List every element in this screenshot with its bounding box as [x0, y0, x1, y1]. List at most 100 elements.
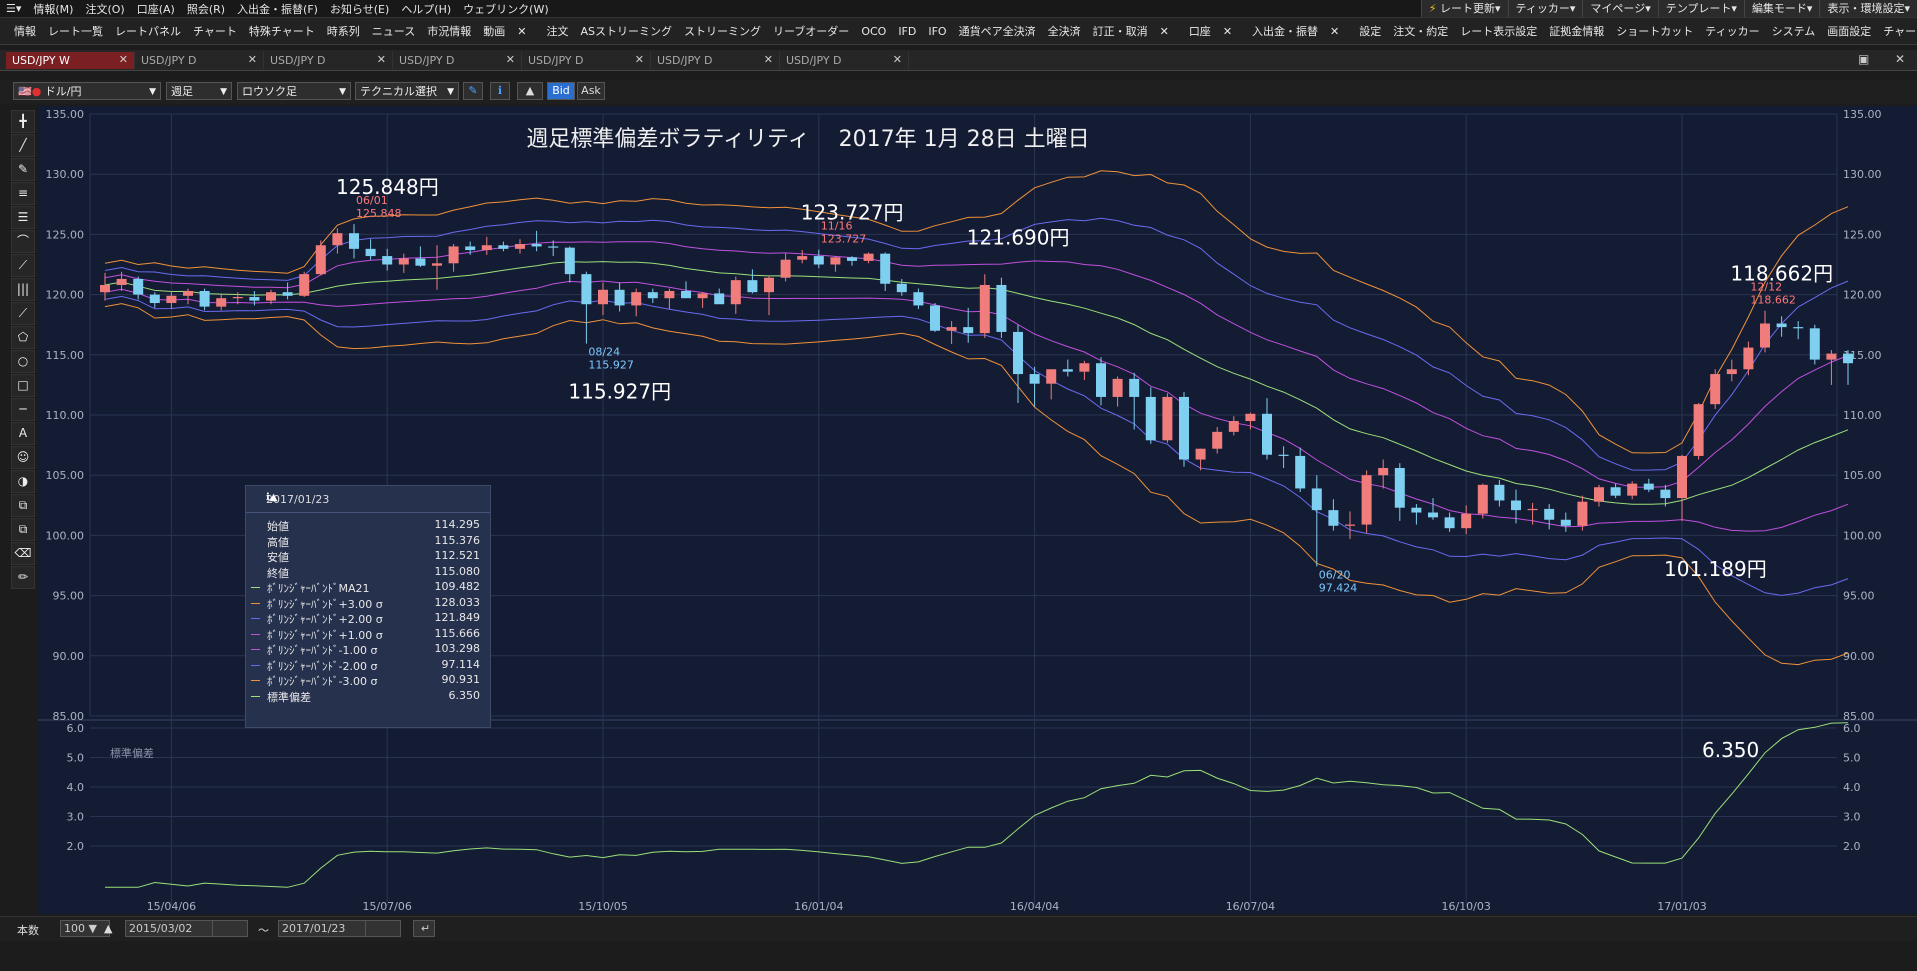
bid-button[interactable]: Bid: [547, 82, 575, 100]
gann-tool-icon[interactable]: ⟋: [11, 302, 35, 325]
rate-update-button[interactable]: ⚡ レート更新▾: [1420, 0, 1508, 17]
display-settings-button[interactable]: 表示・環境設定▾: [1819, 0, 1917, 17]
menu-order[interactable]: 注文(O): [79, 1, 130, 17]
menu-transfer[interactable]: 入出金・振替(F): [231, 1, 324, 17]
tb-rate-display[interactable]: レート表示設定: [1454, 23, 1543, 39]
info-collapse-icon[interactable]: ℹ▲: [266, 492, 480, 503]
arc-tool-icon[interactable]: ⌒: [11, 230, 35, 253]
pencil-tool-icon[interactable]: ✎: [11, 158, 35, 181]
tb-as-streaming[interactable]: ASストリーミング: [574, 23, 678, 39]
trendline-tool-icon[interactable]: ╱: [11, 134, 35, 157]
eraser-tool-icon[interactable]: ⌫: [11, 542, 35, 565]
tb-modify-cancel[interactable]: 訂正・取消: [1087, 23, 1154, 39]
tb-rate-list[interactable]: レート一覧: [42, 23, 109, 39]
tb-settings[interactable]: 設定: [1353, 23, 1387, 39]
tb-news[interactable]: ニュース: [366, 23, 421, 39]
tb-order-exec[interactable]: 注文・約定: [1387, 23, 1454, 39]
edit-mode-button[interactable]: 編集モード▾: [1743, 0, 1820, 17]
tab-usdjpy-d[interactable]: USD/JPY D ✕: [393, 52, 522, 69]
tb-leave-order[interactable]: リーブオーダー: [767, 23, 855, 39]
menu-account[interactable]: 口座(A): [131, 1, 181, 17]
tb-all-settle[interactable]: 全決済: [1042, 23, 1087, 39]
currency-pair-select[interactable]: 🇺🇸● ドル/円 ▼: [13, 82, 161, 100]
close-icon[interactable]: ✕: [1324, 25, 1345, 38]
close-icon[interactable]: ✕: [119, 53, 128, 66]
hline-tool-icon[interactable]: ─: [11, 398, 35, 421]
close-icon[interactable]: ✕: [764, 53, 773, 66]
mountain-icon[interactable]: ▲: [517, 82, 543, 100]
ohlc-info-panel[interactable]: 2017/01/23 ℹ▲ 始値 114.295 高値 115.376 安値 112.521…: [245, 485, 491, 728]
tb-rate-panel[interactable]: レートパネル: [109, 23, 187, 39]
tb-deposit[interactable]: 入出金・振替: [1246, 23, 1324, 39]
tb-ticker[interactable]: ティッカー: [1699, 23, 1765, 39]
info-icon[interactable]: ℹ: [490, 82, 510, 100]
end-date-field[interactable]: 2017/01/23: [278, 920, 368, 937]
start-date-field[interactable]: 2015/03/02: [125, 920, 215, 937]
tab-usdjpy-d[interactable]: USD/JPY D ✕: [651, 52, 780, 69]
close-icon[interactable]: ✕: [1154, 25, 1175, 38]
close-icon[interactable]: ✕: [1217, 25, 1238, 38]
ticker-menu-button[interactable]: ティッカー▾: [1507, 0, 1583, 17]
chart-type-select[interactable]: ロウソク足 ▼: [237, 82, 351, 100]
crosshair-tool-icon[interactable]: ╋: [11, 110, 35, 133]
horizontal-lines-tool-icon[interactable]: ≡: [11, 182, 35, 205]
tb-chart-settings[interactable]: チャート: [1877, 23, 1917, 39]
tb-video[interactable]: 動画: [477, 23, 511, 39]
close-icon[interactable]: ✕: [893, 53, 902, 66]
spin-up-icon[interactable]: ▲: [104, 922, 112, 935]
copy-tool-icon[interactable]: ⧉: [11, 494, 35, 517]
ask-button[interactable]: Ask: [577, 82, 605, 100]
tb-order[interactable]: 注文: [540, 23, 574, 39]
tb-account[interactable]: 口座: [1183, 23, 1217, 39]
start-date-picker[interactable]: [212, 920, 248, 937]
tb-market[interactable]: 市況情報: [421, 23, 477, 39]
period-select[interactable]: 週足 ▼: [166, 82, 232, 100]
tb-info[interactable]: 情報: [8, 23, 42, 39]
tb-special-chart[interactable]: 特殊チャート: [243, 23, 321, 39]
color-tool-icon[interactable]: ◑: [11, 470, 35, 493]
tb-screen[interactable]: 画面設定: [1821, 23, 1877, 39]
return-icon[interactable]: ↵: [413, 920, 435, 937]
pen-icon[interactable]: ✎: [463, 82, 483, 100]
tab-usdjpy-d[interactable]: USD/JPY D ✕: [522, 52, 651, 69]
tab-usdjpy-d[interactable]: USD/JPY D ✕: [780, 52, 909, 69]
end-date-picker[interactable]: [365, 920, 401, 937]
circle-tool-icon[interactable]: ○: [11, 350, 35, 373]
fan-tool-icon[interactable]: ⟋: [11, 254, 35, 277]
tb-shortcut[interactable]: ショートカット: [1610, 23, 1699, 39]
menu-info[interactable]: 情報(M): [27, 1, 79, 17]
technical-select[interactable]: テクニカル選択 ▼: [355, 82, 459, 100]
text-tool-icon[interactable]: A: [11, 422, 35, 445]
tb-pair-settle[interactable]: 通貨ペア全決済: [953, 23, 1042, 39]
mypage-button[interactable]: マイページ▾: [1582, 0, 1658, 17]
template-button[interactable]: テンプレート▾: [1657, 0, 1744, 17]
edit-tool-icon[interactable]: ✏: [11, 566, 35, 589]
maximize-icon[interactable]: ▣: [1858, 52, 1869, 66]
icon-stamp-tool-icon[interactable]: ☺: [11, 446, 35, 469]
menu-inquiry[interactable]: 照会(R): [181, 1, 231, 17]
tb-oco[interactable]: OCO: [855, 25, 892, 38]
menu-help[interactable]: ヘルプ(H): [395, 1, 457, 17]
cycle-lines-tool-icon[interactable]: |||: [11, 278, 35, 301]
close-window-icon[interactable]: ✕: [1895, 52, 1905, 66]
fibonacci-tool-icon[interactable]: ☰: [11, 206, 35, 229]
tb-chart[interactable]: チャート: [187, 23, 243, 39]
count-select[interactable]: 100 ▼: [60, 920, 110, 937]
menu-weblink[interactable]: ウェブリンク(W): [457, 1, 554, 17]
app-menu-icon[interactable]: ☰▾: [0, 2, 27, 15]
menu-news[interactable]: お知らせ(E): [324, 1, 395, 17]
close-icon[interactable]: ✕: [248, 53, 257, 66]
close-icon[interactable]: ✕: [377, 53, 386, 66]
tab-usdjpy-d[interactable]: USD/JPY D ✕: [135, 52, 264, 69]
paste-tool-icon[interactable]: ⧉: [11, 518, 35, 541]
tab-usdjpy-d[interactable]: USD/JPY D ✕: [264, 52, 393, 69]
close-icon[interactable]: ✕: [511, 25, 532, 38]
rectangle-tool-icon[interactable]: □: [11, 374, 35, 397]
tb-ifd[interactable]: IFD: [892, 25, 922, 38]
tb-ifo[interactable]: IFO: [922, 25, 952, 38]
pentagon-tool-icon[interactable]: ⬠: [11, 326, 35, 349]
close-icon[interactable]: ✕: [635, 53, 644, 66]
tab-usdjpy-w[interactable]: USD/JPY W ✕: [6, 52, 135, 69]
tb-timeseries[interactable]: 時系列: [321, 23, 366, 39]
tb-system[interactable]: システム: [1766, 23, 1822, 39]
